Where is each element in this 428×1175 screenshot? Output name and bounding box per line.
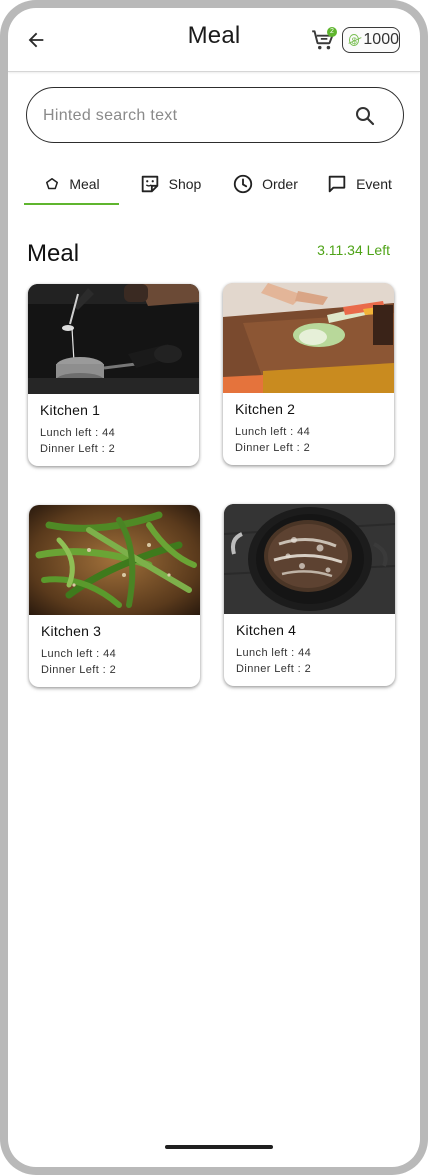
kitchen-card[interactable]: Kitchen 3 Lunch left : 44 Dinner Left : …	[29, 505, 200, 687]
kitchen-name: Kitchen 4	[236, 622, 297, 638]
cart-badge: 2	[327, 27, 337, 37]
search-icon	[356, 107, 375, 126]
tab-label: Shop	[168, 176, 202, 192]
kitchen-name: Kitchen 3	[41, 623, 102, 639]
pentagon-icon	[46, 178, 59, 190]
kitchen-name: Kitchen 1	[40, 402, 101, 418]
search-bar	[26, 87, 404, 143]
back-button[interactable]	[22, 26, 50, 54]
dinner-left: Dinner Left : 2	[236, 663, 312, 675]
tab-label: Order	[262, 176, 298, 192]
tab-bar: Meal Shop Order Event	[24, 164, 404, 205]
kitchen-card[interactable]: Kitchen 2 Lunch left : 44 Dinner Left : …	[223, 283, 394, 465]
coin-value: 1000	[363, 31, 399, 48]
search-button[interactable]	[353, 104, 377, 128]
chat-bubble-icon	[328, 175, 346, 193]
kitchen-4-image	[224, 504, 395, 614]
cart-button[interactable]: 2	[310, 26, 338, 54]
kitchen-2-image	[223, 283, 394, 393]
kitchen-card[interactable]: Kitchen 1 Lunch left : 44 Dinner Left : …	[28, 284, 199, 466]
clock-icon	[233, 174, 253, 194]
tab-label: Event	[356, 176, 392, 192]
kitchen-name: Kitchen 2	[235, 401, 296, 417]
tab-shop[interactable]: Shop	[128, 164, 212, 204]
search-input[interactable]	[41, 102, 345, 130]
kitchen-card[interactable]: Kitchen 4 Lunch left : 44 Dinner Left : …	[224, 504, 395, 686]
app-bar: Meal 2 $ 1000	[8, 8, 420, 72]
tab-meal[interactable]: Meal	[24, 164, 119, 205]
time-left-text: 3.11.34 Left	[317, 242, 390, 258]
sticker-icon	[141, 175, 158, 193]
lunch-left: Lunch left : 44	[235, 426, 311, 438]
arrow-left-icon	[28, 32, 44, 48]
coin-icon: $	[349, 34, 360, 46]
tab-event[interactable]: Event	[314, 164, 404, 204]
home-indicator[interactable]	[165, 1145, 273, 1149]
section-title: Meal	[27, 240, 80, 267]
tab-label: Meal	[69, 176, 100, 192]
lunch-left: Lunch left : 44	[236, 647, 312, 659]
kitchen-1-image	[28, 284, 199, 394]
tab-order[interactable]: Order	[220, 164, 310, 204]
kitchen-3-image	[29, 505, 200, 615]
coin-balance[interactable]: $ 1000	[342, 27, 400, 53]
device-frame: Meal 2 $ 1000 Hinted search text Meal Sh…	[0, 0, 428, 1175]
dinner-left: Dinner Left : 2	[41, 664, 117, 676]
dinner-left: Dinner Left : 2	[235, 442, 311, 454]
screen: Meal 2 $ 1000 Hinted search text Meal Sh…	[8, 8, 420, 1167]
dinner-left: Dinner Left : 2	[40, 443, 116, 455]
lunch-left: Lunch left : 44	[40, 427, 116, 439]
lunch-left: Lunch left : 44	[41, 648, 117, 660]
